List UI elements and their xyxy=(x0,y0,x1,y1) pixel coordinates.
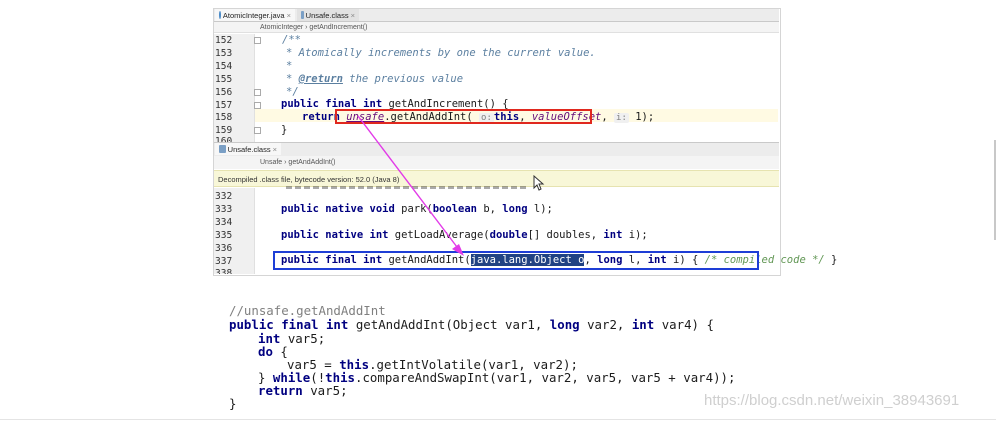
snippet-line: public final int getAndAddInt(Object var… xyxy=(229,317,714,332)
code-line: * Atomically increments by one the curre… xyxy=(286,47,596,59)
watermark: https://blog.csdn.net/weixin_38943691 xyxy=(704,392,959,409)
keyword: public final int xyxy=(229,317,349,332)
code-text: l); xyxy=(527,203,553,215)
code-text: } xyxy=(229,396,237,411)
code-text: var2, xyxy=(579,317,632,332)
line-number: 158 xyxy=(215,112,233,123)
close-icon[interactable]: × xyxy=(351,11,355,20)
keyword: do xyxy=(258,344,273,359)
line-number: 335 xyxy=(215,230,233,241)
fold-marker-icon[interactable] xyxy=(254,127,261,134)
code-text: , xyxy=(601,111,615,123)
keyword: int xyxy=(631,317,655,332)
breadcrumb-method[interactable]: getAndIncrement() xyxy=(309,24,367,31)
javadoc-text: the previous value xyxy=(342,73,464,85)
class-file-icon xyxy=(301,11,304,19)
code-text: [] doubles, xyxy=(527,229,604,241)
breadcrumb: AtomicInteger › getAndIncrement() xyxy=(214,22,779,33)
code-line: */ xyxy=(286,86,299,98)
code-line: * xyxy=(286,60,293,72)
code-text: var4) { xyxy=(654,317,714,332)
snippet-line: //unsafe.getAndAddInt xyxy=(229,303,386,318)
snippet-line: return var5; xyxy=(258,383,348,398)
fold-marker-icon[interactable] xyxy=(254,89,261,96)
code-text: var5; xyxy=(302,383,348,398)
java-class-icon xyxy=(219,11,221,19)
tab-unsafe-class-split[interactable]: Unsafe.class × xyxy=(215,143,281,155)
class-file-icon xyxy=(219,145,226,153)
line-number: 332 xyxy=(215,191,233,202)
snippet-line: do { xyxy=(258,344,288,359)
code-text: { xyxy=(272,344,288,359)
code-line: * @return the previous value xyxy=(286,73,464,85)
close-icon[interactable]: × xyxy=(273,145,277,154)
line-number: 336 xyxy=(215,243,233,254)
keyword: int xyxy=(603,229,623,241)
annotation-arrow xyxy=(357,115,464,256)
comment: //unsafe.getAndAddInt xyxy=(229,303,386,318)
tab-label: AtomicInteger.java xyxy=(222,10,285,20)
keyword: long xyxy=(502,203,528,215)
code-line: } xyxy=(281,124,288,136)
line-number: 152 xyxy=(215,35,233,46)
keyword: double xyxy=(489,229,528,241)
line-number: 156 xyxy=(215,87,233,98)
line-number: 159 xyxy=(215,125,233,136)
fold-marker-icon[interactable] xyxy=(254,102,261,109)
snippet-line: } xyxy=(229,396,236,411)
breadcrumb-class[interactable]: AtomicInteger xyxy=(260,24,303,31)
keyword: long xyxy=(549,317,580,332)
line-number: 154 xyxy=(215,61,233,72)
split-tab-bar xyxy=(214,142,779,157)
tab-label: Unsafe.class xyxy=(227,144,271,154)
code-text: b, xyxy=(477,203,503,215)
divider xyxy=(0,419,996,420)
code-line: /** xyxy=(282,34,301,46)
tab-atomicinteger[interactable]: AtomicInteger.java × xyxy=(215,9,295,21)
mouse-cursor-icon xyxy=(533,175,545,191)
code-text: } xyxy=(824,254,838,266)
javadoc-tag: @return xyxy=(298,73,343,85)
code-text: i); xyxy=(622,229,648,241)
code-text: .compareAndSwapInt(var1, var2, var5, var… xyxy=(355,370,736,385)
breadcrumb: Unsafe › getAndAddInt() xyxy=(214,156,779,169)
line-number: 333 xyxy=(215,204,233,215)
tab-unsafe-class[interactable]: Unsafe.class × xyxy=(297,9,359,21)
watermark-text: https://blog.csdn.net/weixin_38943691 xyxy=(704,392,960,409)
close-icon[interactable]: × xyxy=(287,11,291,20)
code-text: getAndAddInt(Object var1, xyxy=(348,317,550,332)
line-number: 157 xyxy=(215,100,233,111)
tab-label: Unsafe.class xyxy=(305,10,349,20)
keyword: return xyxy=(258,383,303,398)
line-number: 338 xyxy=(215,268,233,274)
line-number: 155 xyxy=(215,74,233,85)
line-number: 334 xyxy=(215,217,233,228)
line-number: 337 xyxy=(215,256,233,267)
param-hint: i: xyxy=(614,113,629,123)
breadcrumb-method[interactable]: getAndAddInt() xyxy=(288,159,335,166)
breadcrumb-class[interactable]: Unsafe xyxy=(260,159,282,166)
decompiled-notice: Decompiled .class file, bytecode version… xyxy=(214,170,779,187)
code-text: 1); xyxy=(628,111,655,123)
fold-marker-icon[interactable] xyxy=(254,37,261,44)
line-number: 153 xyxy=(215,48,233,59)
